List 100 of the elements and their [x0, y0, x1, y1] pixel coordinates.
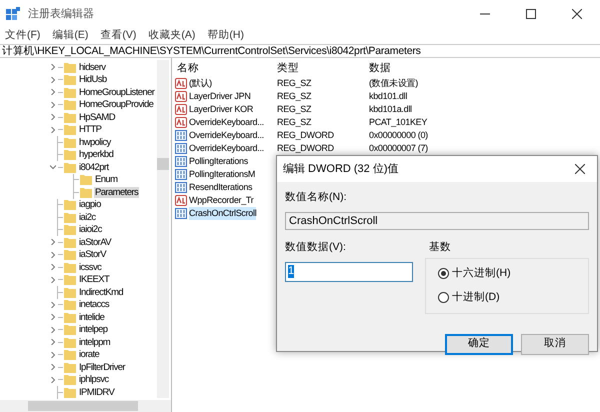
value-name[interactable]: OverrideKeyboard...	[189, 142, 264, 156]
collapsed-chevron-icon[interactable]	[50, 64, 56, 70]
binary-value-icon	[175, 169, 187, 180]
tree-item[interactable]: IpFilterDriver	[78, 362, 126, 373]
vertical-scrollbar[interactable]	[157, 60, 169, 398]
folder-icon	[64, 86, 76, 98]
expanded-chevron-icon[interactable]	[50, 164, 56, 170]
horizontal-scrollbar[interactable]	[0, 400, 171, 412]
tree-item[interactable]: icssvc	[78, 262, 102, 273]
folder-icon	[80, 174, 92, 186]
menu-item[interactable]: 编辑(E)	[52, 28, 88, 44]
dialog-button[interactable]: 确定	[445, 334, 513, 354]
menu-item[interactable]: 收藏夹(A)	[148, 28, 196, 44]
radio-option[interactable]: 十六进制(H)	[438, 266, 588, 282]
dialog-button[interactable]: 取消	[521, 334, 589, 354]
tree-item[interactable]: hidserv	[78, 62, 106, 73]
folder-icon	[64, 262, 76, 273]
string-value-icon	[175, 78, 187, 89]
value-type: REG_SZ	[276, 76, 312, 90]
address-bar[interactable]: 计算机\HKEY_LOCAL_MACHINE\SYSTEM\CurrentControlSet\Services\i8042prt\Parameters	[0, 44, 600, 58]
tree-item[interactable]: HTTP	[78, 124, 102, 136]
folder-icon	[64, 136, 76, 148]
folder-icon	[64, 212, 76, 223]
tree-item[interactable]: intelppm	[78, 336, 112, 348]
tree-item[interactable]: hwpolicy	[78, 136, 112, 148]
tree-item[interactable]: iphlpsvc	[78, 374, 110, 386]
menu-item[interactable]: 帮助(H)	[207, 28, 244, 44]
tree-item[interactable]: intelide	[78, 312, 106, 323]
tree-item[interactable]: Enum	[94, 174, 118, 186]
collapsed-chevron-icon[interactable]	[50, 302, 56, 308]
radio-option[interactable]: 十进制(D)	[438, 290, 588, 306]
folder-icon	[64, 162, 76, 173]
tree-item[interactable]: IndirectKmd	[78, 286, 124, 298]
collapsed-chevron-icon[interactable]	[50, 339, 56, 346]
folder-icon	[64, 386, 76, 398]
value-name[interactable]: OverrideKeyboard...	[189, 116, 264, 130]
menu-item[interactable]: 查看(V)	[100, 28, 136, 44]
collapsed-chevron-icon[interactable]	[50, 364, 56, 370]
value-type: REG_SZ	[276, 116, 312, 129]
collapsed-chevron-icon[interactable]	[50, 314, 56, 320]
value-name[interactable]: PollingIterationsM	[189, 168, 256, 182]
string-value-icon	[175, 195, 187, 206]
column-header[interactable]: 名称	[175, 61, 275, 77]
collapsed-chevron-icon[interactable]	[50, 276, 56, 283]
value-name[interactable]: PollingIterations	[189, 154, 248, 168]
tree-item[interactable]: Parameters	[94, 186, 140, 198]
collapsed-chevron-icon[interactable]	[50, 376, 56, 383]
value-data-field[interactable]: 1	[285, 262, 413, 282]
value-type: REG_SZ	[276, 102, 312, 116]
tree-item[interactable]: iaioi2c	[78, 224, 103, 236]
collapsed-chevron-icon[interactable]	[50, 264, 56, 270]
collapsed-chevron-icon[interactable]	[50, 352, 56, 358]
value-data: (数值未设置)	[368, 76, 418, 90]
tree-item[interactable]: iagpio	[78, 199, 102, 210]
tree-item[interactable]: HomeGroupListener	[78, 86, 156, 98]
column-header[interactable]: 数据	[367, 61, 467, 77]
tree-item[interactable]: IKEEXT	[78, 274, 110, 286]
tree-item[interactable]: hyperkbd	[78, 149, 114, 160]
tree-item[interactable]: inetaccs	[78, 299, 110, 310]
folder-icon	[64, 249, 76, 260]
folder-icon	[64, 149, 76, 160]
binary-value-icon	[175, 208, 187, 219]
close-icon[interactable]	[575, 164, 585, 174]
collapsed-chevron-icon[interactable]	[50, 114, 56, 120]
collapsed-chevron-icon[interactable]	[50, 102, 56, 108]
tree-item[interactable]: iaStorAV	[78, 236, 112, 248]
value-name[interactable]: LayerDriver JPN	[189, 90, 251, 104]
collapsed-chevron-icon[interactable]	[50, 252, 56, 258]
column-header[interactable]: 类型	[275, 61, 367, 77]
registry-app-icon	[6, 7, 20, 21]
value-name[interactable]: (默认)	[189, 76, 212, 90]
value-name[interactable]: WppRecorder_Tr	[189, 194, 254, 208]
tree-item[interactable]: HidUsb	[78, 74, 108, 86]
tree-item[interactable]: i8042prt	[78, 162, 110, 173]
tree-item[interactable]: iai2c	[78, 212, 97, 223]
tree-item[interactable]: HpSAMD	[78, 112, 116, 123]
value-name[interactable]: ResendIterations	[189, 180, 252, 194]
value-name[interactable]: CrashOnCtrlScroll	[189, 206, 256, 220]
folder-icon	[64, 199, 76, 210]
radio-button[interactable]	[438, 268, 449, 280]
tree-item[interactable]: iorate	[78, 349, 100, 360]
tree-item[interactable]: iaStorV	[78, 249, 107, 260]
collapsed-chevron-icon[interactable]	[50, 239, 56, 246]
folder-icon	[64, 236, 76, 248]
collapsed-chevron-icon[interactable]	[50, 126, 56, 133]
tree-item[interactable]: IPMIDRV	[78, 386, 116, 398]
folder-icon	[64, 99, 76, 110]
value-name[interactable]: LayerDriver KOR	[189, 102, 254, 116]
value-data: 0x00000007 (7)	[368, 142, 428, 155]
maximize-icon[interactable]	[526, 9, 536, 19]
menu-item[interactable]: 文件(F)	[5, 28, 40, 44]
collapsed-chevron-icon[interactable]	[50, 89, 56, 96]
close-icon[interactable]	[572, 9, 582, 19]
value-name[interactable]: OverrideKeyboard...	[189, 128, 264, 142]
radio-button[interactable]	[438, 292, 449, 303]
collapsed-chevron-icon[interactable]	[50, 76, 56, 83]
tree-item[interactable]: HomeGroupProvide	[78, 99, 154, 110]
collapsed-chevron-icon[interactable]	[50, 326, 56, 333]
binary-value-icon	[175, 143, 187, 154]
tree-item[interactable]: intelpep	[78, 324, 108, 336]
